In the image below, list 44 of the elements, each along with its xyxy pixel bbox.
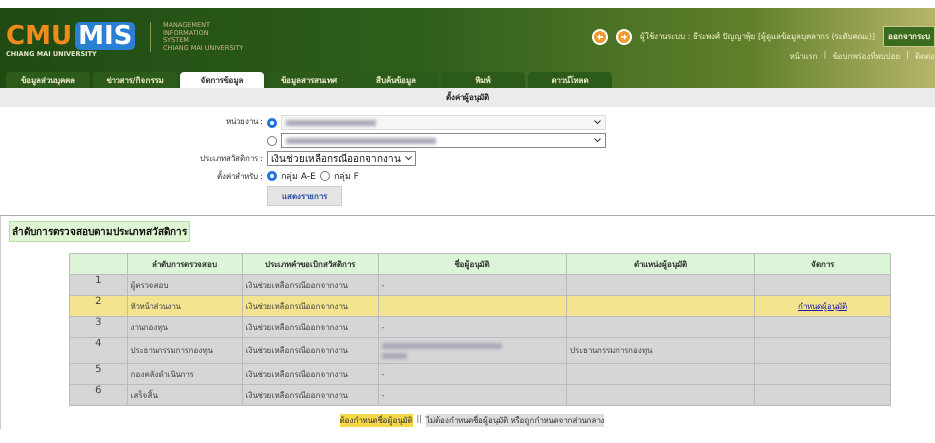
nav-tab[interactable]: พิมพ์ (441, 72, 525, 88)
field-label: ตั้งค่าสำหรับ : (216, 170, 263, 182)
unit-dropdown[interactable] (281, 133, 606, 148)
header-cell: ตำแหน่งผู้อนุมัติ (566, 254, 754, 274)
link-separator: | (824, 50, 826, 61)
back-icon[interactable] (592, 28, 608, 44)
page-title: ตั้งค่าผู้อนุมัติ (446, 91, 489, 104)
section-title: ลำดับการตรวจสอบตามประเภทสวัสดิการ (9, 221, 190, 242)
table-cell: เสร็จสิ้น (127, 384, 242, 406)
chevron-down-icon (405, 156, 412, 161)
logo-text: CMU (6, 22, 72, 50)
radio-label: กลุ่ม F (334, 171, 359, 183)
nav-tab[interactable]: ข่าวสาร/กิจกรรม (93, 72, 177, 88)
table-cell: - (378, 384, 566, 406)
radio-button[interactable] (267, 171, 277, 181)
chevron-down-icon (594, 138, 601, 143)
legend-required: ต้องกำหนดชื่อผู้อนุมัติ (340, 414, 413, 427)
nav-tab[interactable]: ดาวน์โหลด (528, 72, 612, 88)
redacted-text (382, 352, 406, 358)
radio-button[interactable] (267, 136, 277, 146)
field-label: ประเภทสวัสดิการ : (200, 153, 263, 165)
nav-tab[interactable]: ข้อมูลส่วนบุคคล (6, 72, 90, 88)
table-cell: เงินช่วยเหลือกรณีออกจากงาน (242, 384, 378, 406)
header-cell (70, 254, 128, 274)
forward-icon[interactable] (616, 28, 632, 44)
header-cell: ชื่อผู้อนุมัติ (378, 254, 566, 274)
radio-label: กลุ่ม A-E (281, 171, 316, 183)
user-info: ผู้ใช้งานระบบ : ธีระพงศ์ ปัญญาพุ้ย [ผู้ดูแลข้อมูลบุคลากร (ระดับคณะ)] (640, 30, 875, 43)
welfare-dropdown[interactable]: เงินช่วยเหลือกรณีออกจากงาน (267, 151, 416, 166)
show-list-button[interactable]: แสดงรายการ (267, 186, 342, 206)
legend-separator: || (416, 414, 422, 425)
link-separator: | (906, 50, 909, 61)
assign-approver-link[interactable]: กำหนดผู้อนุมัติ (798, 302, 847, 310)
radio-button[interactable] (320, 171, 330, 181)
table-cell: 6 (70, 384, 128, 406)
header-cell: จัดการ (754, 254, 890, 274)
logo-badge: MIS (75, 22, 136, 50)
legend-optional: ไม่ต้องกำหนดชื่อผู้อนุมัติ หรือถูกกำหนดจากส่วนกลาง (426, 414, 604, 427)
header-cell: ลำดับการตรวจสอบ (127, 254, 242, 274)
nav-tab[interactable]: จัดการข้อมูล (180, 72, 264, 88)
field-label: หน่วยงาน : (226, 116, 263, 128)
logout-button[interactable]: ออกจากระบ (883, 26, 935, 47)
chevron-down-icon (594, 120, 601, 125)
header-cell: ประเภทคำขอเบิกสวัสดิการ (242, 254, 378, 274)
